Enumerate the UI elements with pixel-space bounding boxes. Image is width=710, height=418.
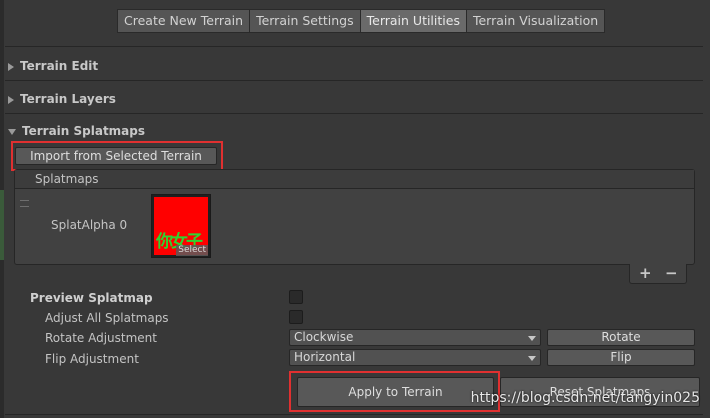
tab-bar: Create New Terrain Terrain Settings Terr… bbox=[117, 9, 606, 33]
foldout-label: Terrain Layers bbox=[20, 92, 116, 106]
drag-handle-icon[interactable] bbox=[20, 200, 29, 207]
apply-to-terrain-button[interactable]: Apply to Terrain bbox=[297, 377, 494, 407]
import-from-selected-terrain-button[interactable]: Import from Selected Terrain bbox=[15, 147, 217, 165]
tab-terrain-visualization[interactable]: Terrain Visualization bbox=[465, 9, 606, 33]
chevron-down-icon bbox=[8, 128, 16, 135]
flip-button[interactable]: Flip bbox=[547, 349, 695, 366]
list-footer: + − bbox=[629, 264, 687, 284]
left-edge-marker bbox=[0, 190, 4, 260]
tab-terrain-utilities[interactable]: Terrain Utilities bbox=[359, 9, 466, 33]
remove-splatmap-button[interactable]: − bbox=[665, 264, 678, 282]
divider bbox=[5, 414, 703, 415]
foldout-label: Terrain Edit bbox=[20, 59, 99, 73]
flip-adjustment-label: Flip Adjustment bbox=[45, 352, 139, 366]
add-splatmap-button[interactable]: + bbox=[639, 264, 652, 282]
flip-adjustment-dropdown[interactable]: Horizontal bbox=[289, 349, 541, 366]
rotate-adjustment-dropdown[interactable]: Clockwise bbox=[289, 329, 541, 346]
foldout-label: Terrain Splatmaps bbox=[22, 124, 146, 138]
adjust-all-splatmaps-label: Adjust All Splatmaps bbox=[45, 311, 169, 325]
flip-adjustment-value: Horizontal bbox=[294, 350, 356, 364]
chevron-down-icon bbox=[528, 356, 536, 361]
rotate-adjustment-value: Clockwise bbox=[294, 330, 354, 344]
watermark-text: https://blog.csdn.net/tangyin025 bbox=[470, 390, 700, 406]
divider bbox=[5, 80, 703, 81]
divider bbox=[5, 46, 703, 47]
preview-splatmap-checkbox[interactable] bbox=[289, 290, 303, 304]
splat-item-label: SplatAlpha 0 bbox=[51, 218, 128, 232]
splatmaps-header-label: Splatmaps bbox=[35, 172, 99, 186]
chevron-right-icon bbox=[8, 95, 14, 104]
chevron-right-icon bbox=[8, 62, 14, 71]
preview-splatmap-label: Preview Splatmap bbox=[30, 291, 153, 305]
splatmaps-header: Splatmaps bbox=[15, 170, 694, 189]
tab-create-new-terrain[interactable]: Create New Terrain bbox=[117, 9, 250, 33]
adjust-all-splatmaps-checkbox[interactable] bbox=[289, 310, 303, 324]
foldout-terrain-edit[interactable]: Terrain Edit bbox=[8, 57, 98, 75]
divider bbox=[5, 113, 703, 114]
foldout-terrain-layers[interactable]: Terrain Layers bbox=[8, 90, 116, 108]
rotate-button[interactable]: Rotate bbox=[547, 329, 695, 346]
rotate-adjustment-label: Rotate Adjustment bbox=[45, 331, 157, 345]
splatmap-select-button[interactable]: Select bbox=[176, 245, 208, 256]
chevron-down-icon bbox=[528, 336, 536, 341]
splatmap-thumbnail[interactable]: 你女子 Select bbox=[151, 194, 211, 258]
splatmaps-list: Splatmaps SplatAlpha 0 你女子 Select bbox=[14, 169, 695, 265]
foldout-terrain-splatmaps[interactable]: Terrain Splatmaps bbox=[8, 122, 145, 140]
tab-terrain-settings[interactable]: Terrain Settings bbox=[249, 9, 360, 33]
